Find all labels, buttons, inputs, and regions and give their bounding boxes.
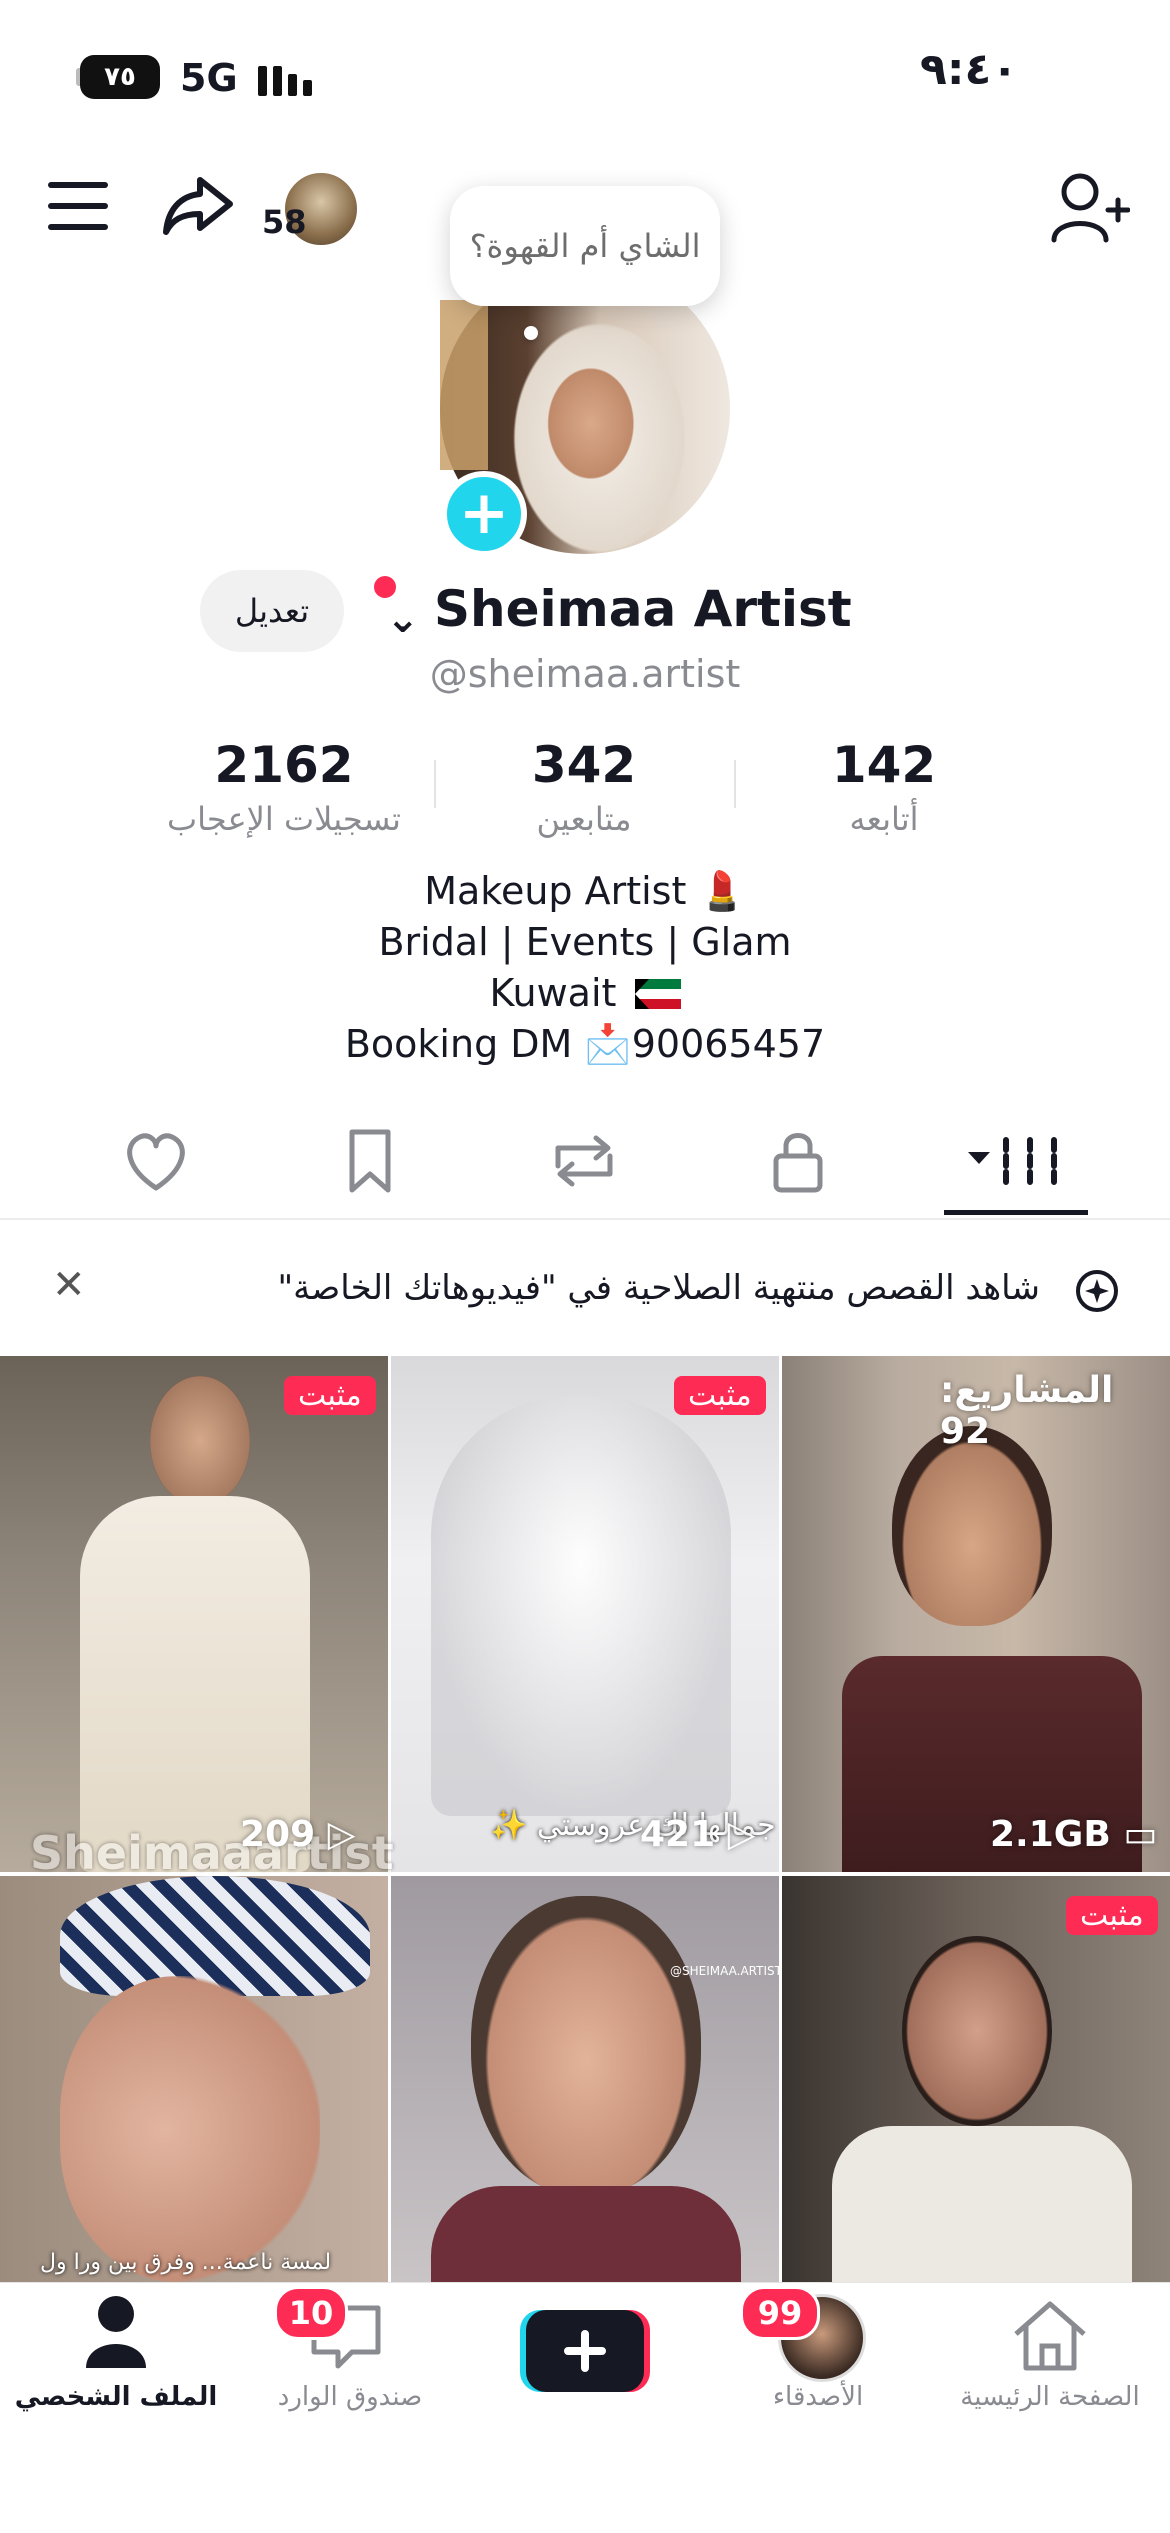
tile-size-value: 2.1GB [990,1814,1111,1855]
pinned-badge: مثبت [284,1376,376,1415]
bio-location: Kuwait [489,971,617,1015]
battery-indicator: ٧٥ [80,55,160,99]
nav-friends-label[interactable]: الأصدقاء [708,2382,928,2412]
follow-request-count: 58 [262,203,307,241]
display-name: Sheimaa Artist [434,580,852,638]
tab-reposts-icon[interactable] [534,1126,634,1196]
stat-following-value: 142 [831,736,937,794]
video-tile[interactable] [391,1876,779,2282]
pinned-badge: مثبت [674,1376,766,1415]
nav-home-label[interactable]: الصفحة الرئيسية [940,2382,1160,2412]
view-count: 421 ▷ [640,1814,756,1855]
stat-followers[interactable]: 342 متابعين [434,736,734,838]
note-bubble[interactable]: الشاي أم القهوة؟ [450,186,720,306]
edit-profile-button[interactable]: تعديل [200,570,344,652]
banner-text: شاهد القصص منتهية الصلاحية في "فيديوهاتك… [277,1268,1040,1308]
tab-saved-bookmark-icon[interactable] [320,1126,420,1196]
active-tab-indicator [944,1210,1088,1215]
tab-videos-grid-icon[interactable] [960,1126,1070,1196]
tab-divider [0,1218,1170,1220]
stat-following-label: أتابعه [849,800,919,838]
video-tile[interactable] [0,1876,388,2282]
create-plus-button[interactable] [520,2310,650,2392]
bio-line: Makeup Artist 💄 [424,869,746,913]
stat-followers-value: 342 [531,736,637,794]
menu-icon[interactable] [48,182,108,232]
stat-followers-label: متابعين [536,800,632,838]
drafts-label: المشاريع: 92 [940,1370,1114,1452]
tab-private-lock-icon[interactable] [748,1126,848,1196]
nav-profile-label[interactable]: الملف الشخصي [6,2382,226,2412]
bio-line: Booking DM 📩90065457 [344,1022,826,1066]
kuwait-flag-icon [634,979,681,1009]
home-icon[interactable] [1006,2296,1094,2376]
friends-badge: 99 [740,2286,820,2340]
profile-icon[interactable] [84,2294,148,2370]
network-label: 5G [180,56,238,100]
video-watermark: @SHEIMAA.ARTIST [670,1964,782,1978]
status-time: ٩:٤٠ [920,44,1019,95]
bio-line: Bridal | Events | Glam [378,920,792,964]
signal-icon [258,60,318,96]
chevron-down-icon[interactable]: ⌄ [386,596,420,642]
sparkle-icon [1076,1270,1118,1312]
view-count: 209 ▷ [240,1814,356,1855]
stat-following[interactable]: 142 أتابعه [734,736,1034,838]
tab-liked-heart-icon[interactable] [106,1126,206,1196]
view-count-value: 209 [240,1814,316,1855]
inbox-badge: 10 [274,2286,348,2340]
stat-likes-label: تسجيلات الإعجاب [167,800,401,838]
avatar-detail [440,300,488,470]
video-tile[interactable] [782,1876,1170,2282]
video-tile[interactable] [391,1356,779,1872]
view-count-value: 421 [640,1814,716,1855]
share-icon[interactable] [160,172,236,242]
video-caption-overlay: لمسة ناعمة... وفرق بين ورا ول [40,2250,332,2275]
home-indicator [448,2498,722,2508]
bio-line: Kuwait [0,968,1170,1019]
tile-size-label: 2.1GB ▭ [990,1814,1158,1855]
stat-likes[interactable]: 2162 تسجيلات الإعجاب [134,736,434,838]
close-icon[interactable]: ✕ [52,1262,86,1308]
pinned-badge: مثبت [1066,1896,1158,1935]
username: @sheimaa.artist [429,652,741,696]
bio: Makeup Artist 💄 Bridal | Events | Glam K… [0,866,1170,1070]
add-story-button[interactable]: + [441,471,527,557]
nav-inbox-label[interactable]: صندوق الوارد [240,2382,460,2412]
add-friend-icon[interactable] [1050,170,1130,246]
video-tile[interactable] [0,1356,388,1872]
stat-likes-value: 2162 [214,736,354,794]
notification-dot [374,576,396,598]
note-bubble-tail [524,326,538,340]
